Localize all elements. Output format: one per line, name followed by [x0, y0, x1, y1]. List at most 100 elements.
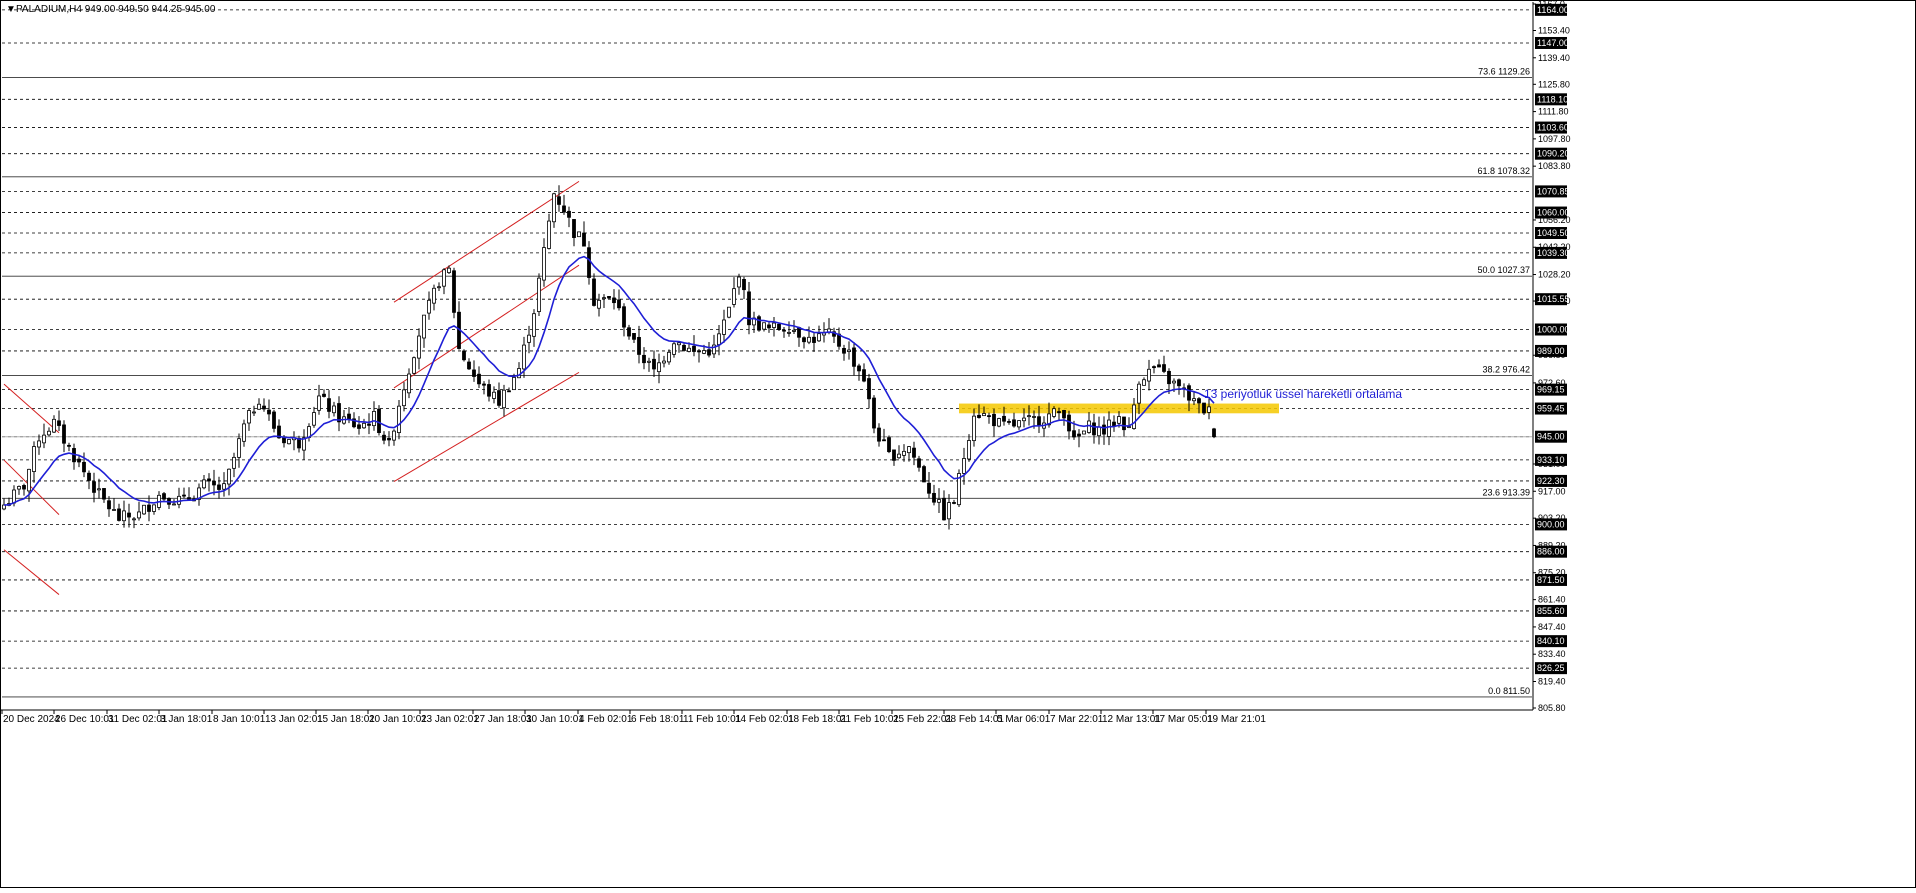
candle-body — [187, 497, 191, 500]
level-badge-label: 945.00 — [1537, 432, 1565, 442]
candle-body — [27, 468, 31, 492]
candle-body — [207, 478, 211, 482]
candle-body — [217, 484, 221, 490]
candle-body — [677, 342, 681, 346]
candle-body — [802, 337, 806, 343]
candle-body — [697, 350, 701, 353]
candle-body — [917, 458, 921, 468]
y-tick-label: 1139.40 — [1538, 53, 1570, 63]
level-badge-label: 989.00 — [1537, 346, 1565, 356]
candle-body — [782, 329, 786, 332]
candle-body — [982, 413, 986, 417]
candle-body — [202, 479, 206, 489]
candle-body — [642, 354, 646, 364]
candle-body — [1127, 426, 1131, 428]
candle-body — [447, 267, 451, 274]
x-tick-label: 14 Feb 02:01 — [735, 714, 794, 725]
candle-body — [707, 349, 711, 356]
candle-body — [527, 334, 531, 343]
candle-body — [97, 488, 101, 491]
candle-body — [872, 397, 876, 429]
x-tick-label: 19 Mar 21:01 — [1207, 714, 1266, 725]
candle-body — [547, 220, 551, 249]
level-badge-label: 1103.60 — [1537, 123, 1569, 133]
candle-body — [52, 418, 56, 433]
candle-body — [847, 349, 851, 352]
fibonacci-label: 38.2 976.42 — [1482, 364, 1530, 374]
candle-body — [962, 458, 966, 474]
candle-body — [287, 439, 291, 445]
candle-body — [1062, 410, 1066, 419]
candle-body — [1022, 417, 1026, 422]
candle-body — [1192, 398, 1196, 402]
candle-body — [402, 389, 406, 407]
x-tick-label: 21 Feb 10:01 — [840, 714, 899, 725]
candle-body — [332, 405, 336, 414]
y-tick-label: 1083.80 — [1538, 161, 1571, 171]
x-tick-label: 3 Jan 18:01 — [160, 714, 213, 725]
candle-body — [267, 409, 271, 415]
candle-body — [1087, 420, 1091, 433]
candle-body — [412, 357, 416, 374]
candle-body — [37, 440, 41, 448]
candle-body — [1207, 406, 1211, 413]
y-tick-label: 1153.40 — [1538, 26, 1570, 36]
candle-body — [372, 411, 376, 427]
chart-container[interactable]: 73.6 1129.26 61.8 1078.32 50.0 1027.37 38.2… — [0, 0, 1916, 888]
candle-body — [377, 408, 381, 433]
x-tick-label: 7 Mar 22:01 — [1050, 714, 1104, 725]
candle-body — [1147, 368, 1151, 382]
candle-body — [1187, 385, 1191, 401]
candle-body — [1102, 424, 1106, 435]
candle-body — [502, 389, 506, 409]
candle-body — [747, 291, 751, 326]
candle-body — [492, 391, 496, 399]
candle-body — [12, 489, 16, 504]
candle-body — [777, 323, 781, 330]
x-tick-label: 18 Feb 18:01 — [788, 714, 847, 725]
level-badge-label: 900.00 — [1537, 519, 1565, 529]
y-tick-label: 917.00 — [1538, 486, 1566, 496]
candle-body — [612, 297, 616, 304]
candle-body — [1032, 416, 1036, 418]
level-badge-label: 840.10 — [1537, 636, 1565, 646]
candle-body — [702, 350, 706, 354]
candle-body — [432, 287, 436, 304]
candle-body — [1077, 433, 1081, 437]
candle-body — [1132, 404, 1136, 429]
candle-body — [947, 502, 951, 520]
candle-body — [437, 286, 441, 289]
candle-body — [422, 314, 426, 339]
chart-title-arrow: ▼ — [6, 4, 16, 15]
candle-body — [647, 360, 651, 363]
price-chart[interactable]: 73.6 1129.26 61.8 1078.32 50.0 1027.37 38.2… — [0, 0, 1916, 888]
candle-body — [47, 430, 51, 436]
candle-body — [327, 398, 331, 412]
candle-body — [622, 306, 626, 328]
x-tick-label: 4 Feb 02:01 — [579, 714, 633, 725]
level-badge-label: 922.30 — [1537, 476, 1565, 486]
candle-body — [67, 444, 71, 447]
candle-body — [857, 365, 861, 372]
candle-body — [922, 466, 926, 483]
candle-body — [952, 502, 956, 504]
candle-body — [567, 210, 571, 218]
level-badge-label: 1164.00 — [1537, 5, 1569, 15]
level-badge-label: 969.15 — [1537, 385, 1565, 395]
candle-body — [1177, 379, 1181, 387]
x-tick-label: 8 Jan 10:01 — [213, 714, 266, 725]
candle-body — [572, 219, 576, 238]
x-tick-label: 13 Jan 02:01 — [265, 714, 323, 725]
candle-body — [112, 509, 116, 511]
level-badge-label: 855.60 — [1537, 606, 1565, 616]
level-badge-label: 1070.85 — [1537, 186, 1570, 196]
candle-body — [87, 472, 91, 481]
candle-body — [1112, 421, 1116, 426]
candle-body — [1092, 422, 1096, 436]
candle-body — [557, 196, 561, 205]
fibonacci-label: 23.6 913.39 — [1482, 487, 1530, 497]
candle-body — [357, 424, 361, 429]
candle-body — [107, 500, 111, 510]
candle-body — [507, 390, 511, 393]
candle-body — [102, 488, 106, 500]
